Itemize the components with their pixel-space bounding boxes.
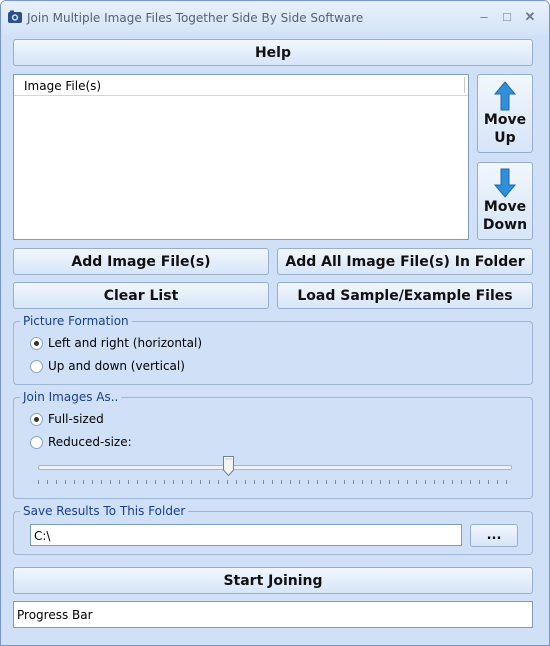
radio-button[interactable] [30,435,43,449]
move-down-label-line: Down [482,217,528,233]
progress-bar: Progress Bar [13,601,533,628]
picture-formation-label: Picture Formation [20,314,132,328]
move-down-label-line: Move [483,199,527,215]
clear-list-button[interactable]: Clear List [13,282,269,309]
join-images-as-label: Join Images As.. [20,390,122,404]
move-up-label-line: Move [483,111,527,128]
help-button[interactable]: Help [13,39,533,66]
radio-label: Left and right (horizontal) [48,336,203,350]
radio-full-sized[interactable]: Full-sized [30,412,104,426]
list-header: Image File(s) [14,75,468,96]
add-folder-button[interactable]: Add All Image File(s) In Folder [277,248,533,275]
radio-reduced-size[interactable]: Reduced-size: [30,435,132,449]
close-button[interactable]: ✕ [520,8,540,26]
move-up-label: Move Up [484,111,526,147]
arrow-up-icon [494,80,516,110]
move-up-button[interactable]: Move Up [477,74,533,153]
radio-label: Full-sized [48,412,104,426]
move-down-label: Move Down [483,198,527,234]
radio-button[interactable] [30,359,43,373]
radio-horizontal[interactable]: Left and right (horizontal) [30,336,202,350]
arrow-down-icon [494,168,516,198]
save-folder-input[interactable]: C:\ [30,524,462,546]
radio-label: Reduced-size: [48,435,132,449]
start-joining-button[interactable]: Start Joining [13,567,533,594]
picture-formation-group: Picture Formation Left and right (horizo… [13,314,533,385]
radio-button[interactable] [30,336,43,350]
load-sample-button[interactable]: Load Sample/Example Files [277,282,533,309]
size-slider-thumb[interactable] [223,456,235,476]
slider-ticks [38,480,510,484]
radio-label: Up and down (vertical) [48,359,185,373]
image-file-list[interactable]: Image File(s) [13,74,469,240]
column-header-image-files[interactable]: Image File(s) [24,79,101,93]
save-folder-group: Save Results To This Folder C:\ ... [13,504,533,555]
maximize-button[interactable]: □ [497,8,517,26]
browse-button[interactable]: ... [470,524,518,547]
join-images-as-group: Join Images As.. Full-sized Reduced-size… [13,390,533,499]
window-title: Join Multiple Image Files Together Side … [27,11,364,25]
title-bar: Join Multiple Image Files Together Side … [1,1,549,35]
radio-button[interactable] [30,412,43,426]
app-icon [8,10,22,23]
move-up-label-line: Up [494,129,516,146]
move-down-button[interactable]: Move Down [477,162,533,240]
size-slider-track[interactable] [38,465,512,470]
save-folder-label: Save Results To This Folder [20,504,189,518]
add-image-files-button[interactable]: Add Image File(s) [13,248,269,275]
app-window: Join Multiple Image Files Together Side … [0,0,550,646]
column-divider[interactable] [464,77,465,93]
minimize-button[interactable]: – [474,8,494,26]
radio-vertical[interactable]: Up and down (vertical) [30,359,185,373]
